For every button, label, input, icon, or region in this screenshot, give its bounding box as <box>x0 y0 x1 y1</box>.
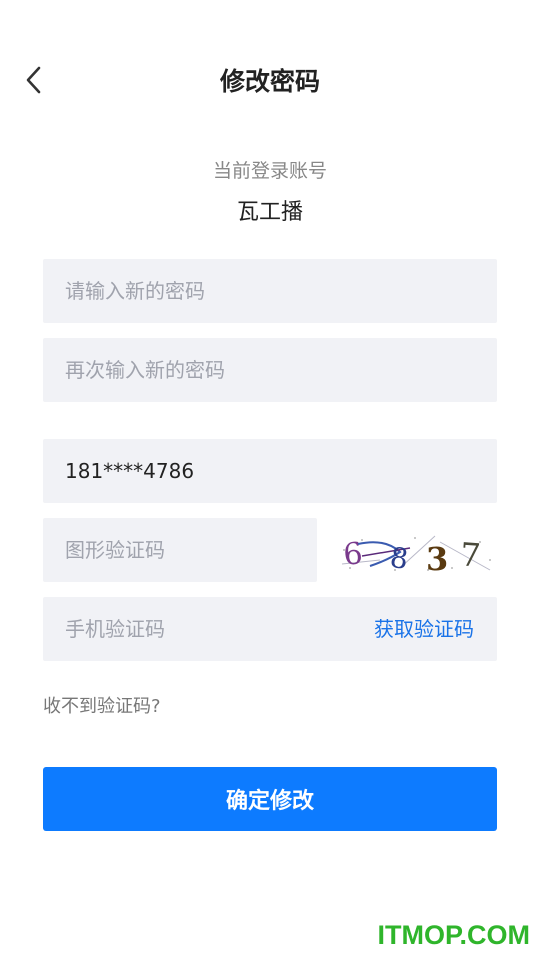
captcha-char-3: 3 <box>426 540 448 574</box>
captcha-char-4: 7 <box>459 535 482 574</box>
watermark: ITMOP.COM <box>377 920 530 950</box>
no-code-help-link[interactable]: 收不到验证码? <box>43 692 161 718</box>
captcha-input[interactable] <box>65 518 305 582</box>
confirm-password-input[interactable] <box>65 338 465 402</box>
confirm-password-field[interactable] <box>43 338 497 402</box>
captcha-graphic: 6 8 3 7 <box>340 530 497 578</box>
sms-code-input[interactable] <box>65 597 345 661</box>
captcha-char-1: 6 <box>342 536 365 573</box>
sms-code-field[interactable]: 获取验证码 <box>43 597 497 661</box>
captcha-image[interactable]: 6 8 3 7 <box>340 530 497 578</box>
new-password-input[interactable] <box>65 259 465 323</box>
new-password-field[interactable] <box>43 259 497 323</box>
header: 修改密码 <box>0 0 540 160</box>
phone-field: 181****4786 <box>43 439 497 503</box>
account-name: 瓦工播 <box>236 200 303 225</box>
account-label: 当前登录账号 <box>212 160 327 182</box>
page-title: 修改密码 <box>219 67 320 96</box>
phone-number: 181****4786 <box>65 459 195 483</box>
confirm-change-button[interactable]: 确定修改 <box>43 767 497 831</box>
get-code-button[interactable]: 获取验证码 <box>374 597 474 661</box>
captcha-field[interactable] <box>43 518 317 582</box>
